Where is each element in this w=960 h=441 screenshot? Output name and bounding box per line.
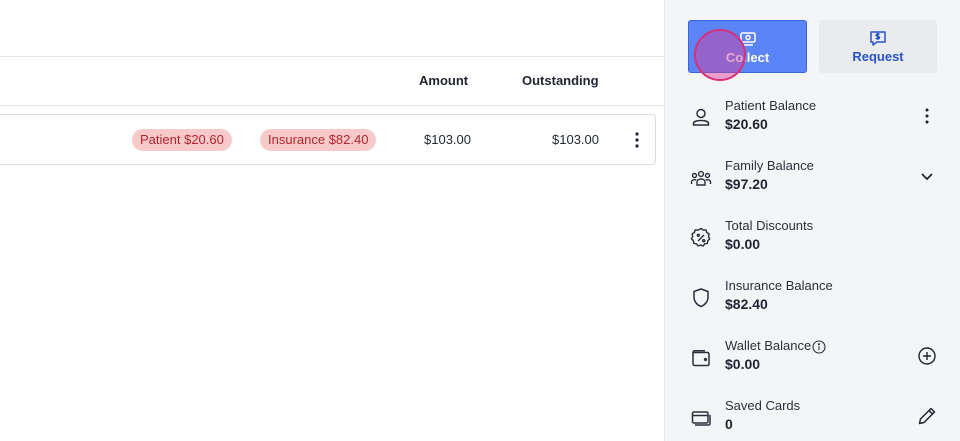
row-menu-kebab-icon[interactable] <box>627 130 647 150</box>
patient-balance-item: Patient Balance $20.60 <box>665 98 960 148</box>
chevron-down-icon[interactable] <box>915 164 939 188</box>
family-icon <box>689 166 713 190</box>
total-discounts-item: Total Discounts $0.00 <box>665 218 960 268</box>
header-divider <box>0 105 664 106</box>
amount-cell: $103.00 <box>424 132 471 147</box>
total-discounts-label: Total Discounts <box>725 218 814 233</box>
ledger-panel: Amount Outstanding Patient $20.60 Insura… <box>0 0 664 441</box>
table-row[interactable]: Patient $20.60 Insurance $82.40 $103.00 … <box>0 114 656 165</box>
patient-balance-kebab-icon[interactable] <box>915 104 939 128</box>
collect-label: Collect <box>725 50 770 65</box>
saved-cards-item: Saved Cards 0 <box>665 398 960 441</box>
request-money-icon <box>868 28 888 48</box>
top-divider <box>0 56 664 57</box>
wallet-balance-item: Wallet Balance $0.00 <box>665 338 960 388</box>
wallet-icon <box>689 346 713 370</box>
total-discounts-value: $0.00 <box>725 236 761 252</box>
account-summary-sidebar: Collect Request Patient Balance $20.60 F… <box>664 0 960 441</box>
insurance-balance-label: Insurance Balance <box>725 278 833 293</box>
saved-cards-value: 0 <box>725 416 733 432</box>
wallet-balance-label: Wallet Balance <box>725 338 812 353</box>
insurance-balance-item: Insurance Balance $82.40 <box>665 278 960 328</box>
discount-icon <box>689 226 713 250</box>
outstanding-cell: $103.00 <box>552 132 599 147</box>
insurance-balance-value: $82.40 <box>725 296 768 312</box>
family-balance-value: $97.20 <box>725 176 768 192</box>
request-label: Request <box>852 49 904 64</box>
add-icon[interactable] <box>915 344 939 368</box>
info-icon[interactable] <box>812 340 826 354</box>
shield-icon <box>689 286 713 310</box>
column-header-amount[interactable]: Amount <box>419 73 468 88</box>
patient-balance-label: Patient Balance <box>725 98 817 113</box>
card-icon <box>689 406 713 430</box>
money-icon <box>738 29 758 49</box>
family-balance-label: Family Balance <box>725 158 814 173</box>
collect-button[interactable]: Collect <box>688 20 807 73</box>
pencil-icon[interactable] <box>915 404 939 428</box>
family-balance-item[interactable]: Family Balance $97.20 <box>665 158 960 208</box>
column-header-outstanding[interactable]: Outstanding <box>522 73 599 88</box>
patient-balance-value: $20.60 <box>725 116 768 132</box>
wallet-balance-value: $0.00 <box>725 356 761 372</box>
user-icon <box>689 106 713 130</box>
request-button[interactable]: Request <box>819 20 937 73</box>
insurance-portion-badge: Insurance $82.40 <box>260 129 377 151</box>
patient-portion-badge: Patient $20.60 <box>132 129 232 151</box>
saved-cards-label: Saved Cards <box>725 398 801 413</box>
